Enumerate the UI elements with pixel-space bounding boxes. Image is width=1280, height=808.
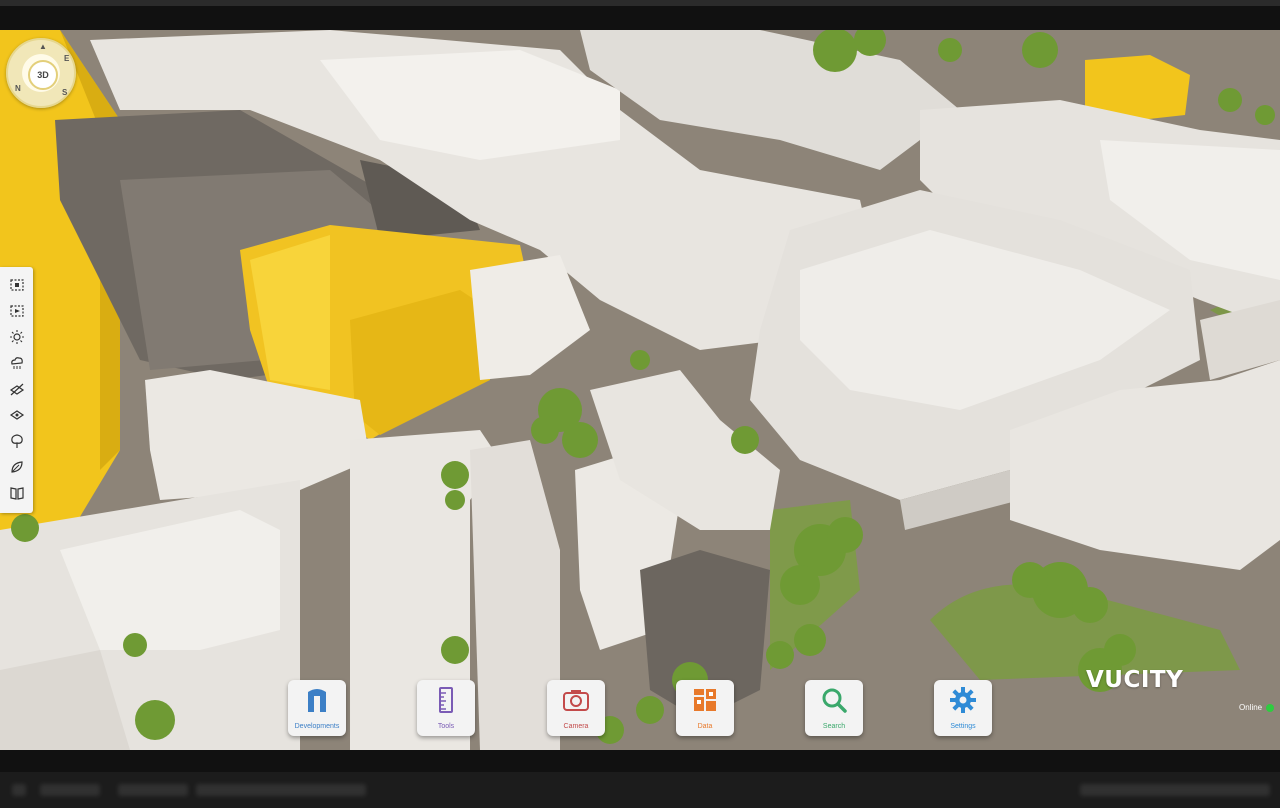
city-scene[interactable]	[0, 30, 1280, 750]
search-label: Search	[822, 723, 846, 730]
connection-status-dot	[1266, 704, 1274, 712]
leaf-icon[interactable]	[6, 457, 28, 477]
camera-icon	[563, 690, 589, 711]
developments-button[interactable]: Developments	[288, 680, 346, 736]
book-icon[interactable]	[6, 483, 28, 503]
tools-button[interactable]: Tools	[417, 680, 475, 736]
compass-direction-e: E	[64, 54, 70, 63]
ruler-icon	[439, 687, 453, 713]
rain-cloud-icon[interactable]	[6, 353, 28, 373]
taskbar-blurred	[0, 772, 1280, 808]
sun-icon[interactable]	[6, 327, 28, 347]
camera-button[interactable]: Camera	[547, 680, 605, 736]
tree-icon[interactable]	[6, 431, 28, 451]
left-toolbar	[0, 267, 33, 513]
connection-status-text: Online	[1239, 703, 1263, 712]
compass-north-marker: ▲	[39, 42, 47, 51]
video-frame-icon[interactable]	[6, 301, 28, 321]
view-mode-label: 3D	[37, 70, 49, 80]
developments-arch-icon	[308, 689, 326, 712]
compass-center[interactable]: 3D	[28, 60, 58, 90]
layer-visibility-icon[interactable]	[6, 405, 28, 425]
search-button[interactable]: Search	[805, 680, 863, 736]
settings-button[interactable]: Settings	[934, 680, 992, 736]
camera-label: Camera	[563, 723, 589, 730]
city-3d-viewport[interactable]: ▲ E S N 3D Developments Tools Camera Dat…	[0, 30, 1280, 750]
compass-widget[interactable]: ▲ E S N 3D	[6, 38, 76, 108]
compass-direction-s: S	[62, 88, 68, 97]
tools-label: Tools	[437, 723, 455, 730]
vucity-logo: VUCITY	[1086, 667, 1184, 693]
hide-layer-icon[interactable]	[6, 379, 28, 399]
window-top-edge	[0, 0, 1280, 6]
camera-frame-icon[interactable]	[6, 275, 28, 295]
data-label: Data	[697, 723, 713, 730]
developments-label: Developments	[294, 723, 340, 730]
gear-icon	[950, 687, 976, 713]
settings-label: Settings	[950, 723, 976, 730]
data-grid-icon	[694, 689, 716, 711]
compass-direction-n: N	[15, 84, 21, 93]
data-button[interactable]: Data	[676, 680, 734, 736]
search-icon	[822, 688, 847, 713]
